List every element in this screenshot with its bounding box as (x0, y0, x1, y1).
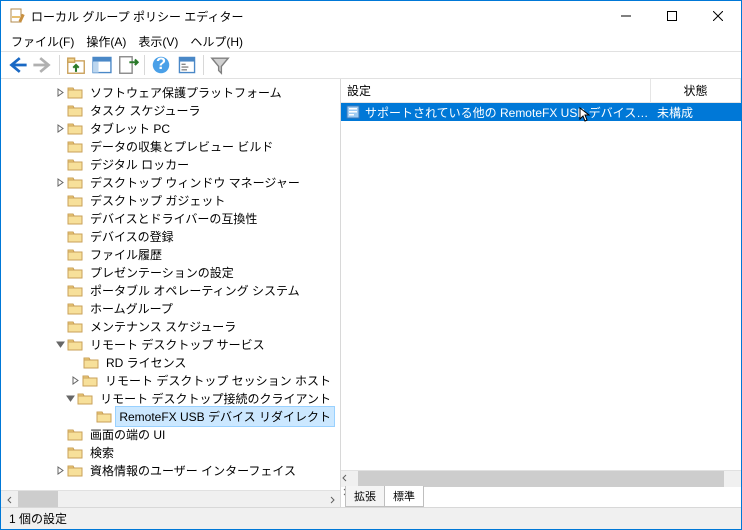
column-header-setting[interactable]: 設定 (341, 79, 651, 102)
tree-node[interactable]: メンテナンス スケジューラ (1, 317, 340, 335)
scroll-left-arrow[interactable] (1, 491, 18, 507)
back-button[interactable] (5, 53, 29, 77)
window-title: ローカル グループ ポリシー エディター (31, 8, 603, 25)
list-header: 設定 状態 (341, 79, 741, 103)
maximize-button[interactable] (649, 1, 695, 31)
tree-node-label: ソフトウェア保護プラットフォーム (87, 83, 285, 102)
list-cell-setting: サポートされている他の RemoteFX USB デバイスの、この... (365, 104, 651, 121)
tree-node-label: RemoteFX USB デバイス リダイレクト (116, 407, 334, 426)
tree-node-label: RD ライセンス (103, 353, 189, 372)
minimize-button[interactable] (603, 1, 649, 31)
tree-node-label: デジタル ロッカー (87, 155, 192, 174)
tree-node[interactable]: ポータブル オペレーティング システム (1, 281, 340, 299)
tree-node[interactable]: データの収集とプレビュー ビルド (1, 137, 340, 155)
tree-pane: ソフトウェア保護プラットフォームタスク スケジューラタブレット PCデータの収集… (1, 79, 341, 507)
tree-node[interactable]: リモート デスクトップ接続のクライアント (1, 389, 340, 407)
tree-node[interactable]: デバイスの登録 (1, 227, 340, 245)
toolbar-separator (144, 55, 145, 75)
tree-node[interactable]: リモート デスクトップ サービス (1, 335, 340, 353)
tree-node-label: 資格情報のユーザー インターフェイス (87, 461, 299, 480)
tree-node-label: リモート デスクトップ セッション ホスト (102, 371, 334, 390)
show-hide-tree-button[interactable] (90, 53, 114, 77)
tree-node[interactable]: デジタル ロッカー (1, 155, 340, 173)
properties-button[interactable] (175, 53, 199, 77)
tree-node-label: リモート デスクトップ サービス (87, 335, 268, 354)
menu-help[interactable]: ヘルプ(H) (186, 31, 247, 52)
tree-node[interactable]: デバイスとドライバーの互換性 (1, 209, 340, 227)
tree-node-label: 画面の端の UI (87, 425, 168, 444)
filter-button[interactable] (208, 53, 232, 77)
tree-node[interactable]: 画面の端の UI (1, 425, 340, 443)
tree-expand-icon[interactable] (53, 340, 67, 349)
export-list-button[interactable] (116, 53, 140, 77)
tree-expand-icon[interactable] (53, 178, 67, 187)
tree-node[interactable]: タスク スケジューラ (1, 101, 340, 119)
tree-expand-icon[interactable] (53, 88, 67, 97)
tree-node[interactable]: リモート デスクトップ セッション ホスト (1, 371, 340, 389)
tree-node-label: デスクトップ ウィンドウ マネージャー (87, 173, 303, 192)
up-button[interactable] (64, 53, 88, 77)
tree-node[interactable]: ソフトウェア保護プラットフォーム (1, 83, 340, 101)
toolbar-separator (203, 55, 204, 75)
tree-node[interactable]: ホームグループ (1, 299, 340, 317)
tree-node-label: デバイスの登録 (87, 227, 177, 246)
tree-node[interactable]: デスクトップ ガジェット (1, 191, 340, 209)
list-row[interactable]: サポートされている他の RemoteFX USB デバイスの、この...未構成 (341, 103, 741, 121)
title-bar: ローカル グループ ポリシー エディター (1, 1, 741, 31)
close-button[interactable] (695, 1, 741, 31)
tree-node[interactable]: RD ライセンス (1, 353, 340, 371)
tree-horizontal-scrollbar[interactable] (1, 490, 340, 507)
tree-node[interactable]: プレゼンテーションの設定 (1, 263, 340, 281)
tree-node-label: データの収集とプレビュー ビルド (87, 137, 276, 156)
tree-node[interactable]: 検索 (1, 443, 340, 461)
menu-file[interactable]: ファイル(F) (7, 31, 78, 52)
status-text: 1 個の設定 (9, 510, 67, 527)
column-header-state[interactable]: 状態 (651, 79, 741, 102)
tree-node[interactable]: RemoteFX USB デバイス リダイレクト (1, 407, 340, 425)
tree-node-label: 検索 (87, 443, 117, 462)
tree-expand-icon[interactable] (53, 466, 67, 475)
tree-node-label: タブレット PC (87, 119, 173, 138)
content-area: ソフトウェア保護プラットフォームタスク スケジューラタブレット PCデータの収集… (1, 79, 741, 507)
scroll-right-arrow[interactable] (323, 491, 340, 507)
menu-view[interactable]: 表示(V) (134, 31, 182, 52)
tree-node-label: デスクトップ ガジェット (87, 191, 228, 210)
list-cell-state: 未構成 (651, 104, 741, 121)
tree-node-label: リモート デスクトップ接続のクライアント (97, 389, 334, 408)
menu-action[interactable]: 操作(A) (82, 31, 130, 52)
tab-standard[interactable]: 標準 (384, 486, 424, 507)
toolbar: ? (1, 51, 741, 79)
tree-node[interactable]: タブレット PC (1, 119, 340, 137)
scroll-thumb[interactable] (18, 491, 58, 507)
status-bar: 1 個の設定 (1, 507, 741, 529)
tree-expand-icon[interactable] (64, 394, 77, 403)
tree-expand-icon[interactable] (53, 124, 67, 133)
svg-text:?: ? (156, 55, 166, 73)
tree-node-label: ファイル履歴 (87, 245, 165, 264)
tree-node-label: プレゼンテーションの設定 (87, 263, 237, 282)
tree-node-label: メンテナンス スケジューラ (87, 317, 239, 336)
tab-extended[interactable]: 拡張 (345, 486, 385, 507)
tree-node-label: デバイスとドライバーの互換性 (87, 209, 260, 228)
tree-node[interactable]: デスクトップ ウィンドウ マネージャー (1, 173, 340, 191)
help-button[interactable]: ? (149, 53, 173, 77)
policy-item-icon (345, 104, 361, 120)
tree-expand-icon[interactable] (68, 376, 82, 385)
app-icon (9, 8, 25, 24)
forward-button[interactable] (31, 53, 55, 77)
settings-list-pane: 設定 状態 サポートされている他の RemoteFX USB デバイスの、この.… (341, 79, 741, 507)
tree-node-label: タスク スケジューラ (87, 101, 204, 120)
menu-bar: ファイル(F) 操作(A) 表示(V) ヘルプ(H) (1, 31, 741, 51)
list-horizontal-scrollbar[interactable] (341, 470, 741, 487)
tree-node[interactable]: 資格情報のユーザー インターフェイス (1, 461, 340, 479)
scroll-thumb[interactable] (358, 471, 724, 487)
tree-node-label: ポータブル オペレーティング システム (87, 281, 303, 300)
toolbar-separator (59, 55, 60, 75)
settings-list[interactable]: サポートされている他の RemoteFX USB デバイスの、この...未構成 (341, 103, 741, 470)
policy-tree[interactable]: ソフトウェア保護プラットフォームタスク スケジューラタブレット PCデータの収集… (1, 79, 340, 490)
tree-node[interactable]: ファイル履歴 (1, 245, 340, 263)
tree-node-label: ホームグループ (87, 299, 176, 318)
